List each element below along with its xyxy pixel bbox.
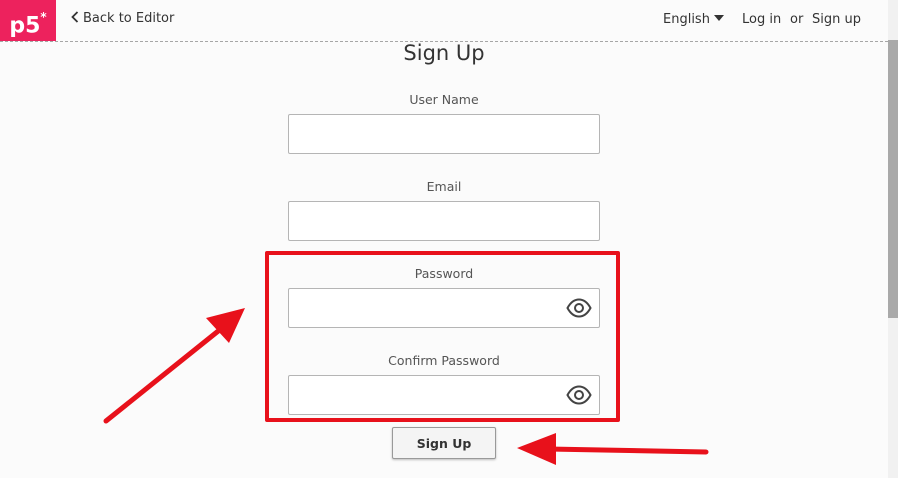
logo-text: p5 — [9, 13, 41, 39]
username-label: User Name — [409, 92, 479, 107]
top-nav: p5* Back to Editor English Log in or Sig… — [0, 0, 888, 42]
p5-logo[interactable]: p5* — [0, 0, 56, 41]
scrollbar-track[interactable] — [888, 0, 898, 478]
confirm-password-label: Confirm Password — [388, 353, 500, 368]
annotation-arrow-horizontal-line — [545, 446, 709, 455]
page-title: Sign Up — [403, 41, 485, 65]
language-dropdown[interactable]: English — [663, 12, 724, 27]
password-input[interactable] — [289, 289, 565, 325]
login-link[interactable]: Log in — [742, 12, 781, 27]
back-to-editor-label: Back to Editor — [83, 11, 175, 26]
eye-icon[interactable] — [566, 385, 592, 405]
or-separator: or — [790, 12, 804, 27]
username-input[interactable] — [289, 115, 565, 151]
signup-link[interactable]: Sign up — [812, 12, 861, 27]
logo-mark: * — [40, 10, 47, 24]
scrollbar-thumb[interactable] — [888, 40, 898, 318]
sign-up-button[interactable]: Sign Up — [392, 427, 496, 459]
annotation-arrow-diagonal-line — [103, 325, 225, 424]
confirm-password-field[interactable] — [288, 375, 600, 415]
password-field[interactable] — [288, 288, 600, 328]
eye-icon[interactable] — [566, 298, 592, 318]
language-label: English — [663, 12, 710, 27]
annotation-arrow-diagonal-head — [206, 308, 245, 343]
caret-down-icon — [713, 15, 724, 21]
email-field[interactable] — [288, 201, 600, 241]
email-input[interactable] — [289, 202, 565, 238]
password-label: Password — [414, 266, 474, 281]
email-label: Email — [426, 179, 462, 194]
back-to-editor-link[interactable]: Back to Editor — [71, 11, 174, 26]
username-field[interactable] — [288, 114, 600, 154]
confirm-password-input[interactable] — [289, 376, 565, 412]
chevron-left-icon — [71, 11, 79, 23]
annotation-arrow-horizontal-head — [517, 433, 556, 465]
